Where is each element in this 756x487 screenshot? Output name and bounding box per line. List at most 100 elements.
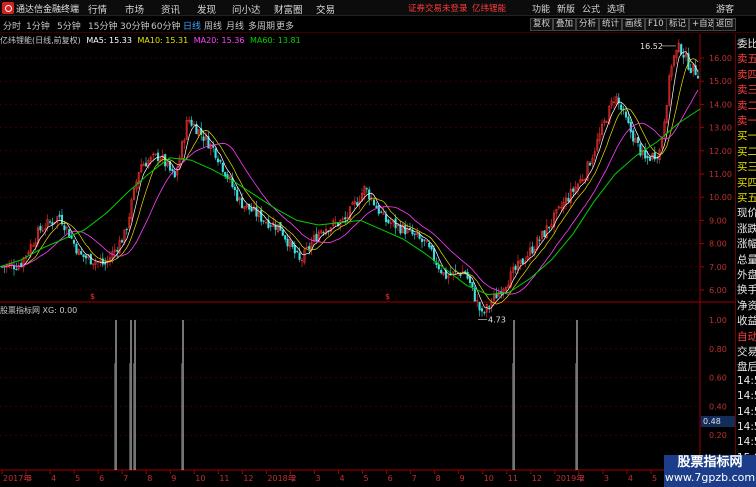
candle-body [219, 159, 222, 162]
sidebar-item-6: 买一 [737, 130, 756, 143]
candle-body [190, 119, 193, 126]
tab-monthly[interactable]: 月线 [226, 19, 244, 32]
sidebar-item-1: 卖五 [737, 53, 756, 66]
chart-canvas[interactable]: 16.00 15.00 14.00 13.00 12.00 11.00 10.00 9.00 8… [0, 34, 756, 487]
candle-body [233, 186, 236, 191]
price-tick-label: 15.00 [709, 77, 732, 86]
tab-15min[interactable]: 15分钟 [88, 19, 117, 32]
candle-body [322, 232, 325, 234]
price-tick-label: 10.00 [709, 193, 732, 202]
candle-body [377, 205, 380, 214]
price-tick-label: 12.00 [709, 147, 732, 156]
stock-title: 亿纬锂能(日线,前复权) [0, 36, 81, 45]
candle-body [627, 116, 630, 123]
date-tick-label: 12 [243, 474, 253, 483]
menu-functions[interactable]: 功能 [532, 2, 550, 15]
ma5-label: MA5: 15.33 [86, 36, 132, 45]
candle-body [75, 243, 78, 254]
sidebar-item-17: 净资 [737, 299, 756, 312]
candle-body [483, 312, 486, 314]
menu-market[interactable]: 市场 [125, 2, 144, 16]
tab-intraday[interactable]: 分时 [3, 19, 21, 32]
candle-body [281, 229, 284, 236]
date-tick-label: 4 [340, 474, 345, 483]
analysis-button[interactable]: 分析 [576, 18, 600, 31]
indicator-tick-label: 0.80 [709, 345, 727, 354]
date-tick-label: 9 [460, 474, 465, 483]
date-tick-label: 8 [436, 474, 441, 483]
login-status[interactable]: 证券交易未登录 [408, 2, 468, 14]
f10-button[interactable]: F10 [645, 18, 667, 31]
candle-body [567, 198, 570, 202]
date-tick-label: 7 [123, 474, 128, 483]
tab-daily[interactable]: 日线 [183, 19, 201, 32]
candle-body [480, 308, 484, 312]
sidebar-item-9: 买四 [737, 176, 756, 189]
sidebar-item-21: 盘后 [737, 361, 756, 374]
date-tick-label: 6 [388, 474, 393, 483]
sidebar-item-23: 14:56 [737, 390, 756, 403]
period-toolbar: 分时 1分钟 5分钟 15分钟 30分钟 60分钟 日线 周线 月线 多周期 更… [0, 17, 756, 33]
sidebar-item-26: 14:56 [737, 436, 756, 449]
tab-30min[interactable]: 30分钟 [120, 19, 149, 32]
tab-weekly[interactable]: 周线 [204, 19, 222, 32]
candle-body [380, 211, 383, 213]
tab-5min[interactable]: 5分钟 [57, 19, 81, 32]
low-price-label: 4.73 [488, 315, 506, 324]
candle-body [411, 230, 414, 235]
menu-quotes[interactable]: 行情 [88, 2, 107, 16]
tab-60min[interactable]: 60分钟 [151, 19, 180, 32]
tab-more[interactable]: 更多 [276, 19, 294, 32]
candle-body [39, 226, 42, 231]
sidebar-item-0: 委比 [737, 38, 756, 50]
menu-formula[interactable]: 公式 [582, 2, 600, 15]
indicator-tick-label: 0.40 [709, 402, 727, 411]
adjust-price-button[interactable]: 复权 [530, 18, 554, 31]
app-title: 通达信金融终端 [16, 5, 80, 15]
tab-1min[interactable]: 1分钟 [26, 19, 50, 32]
date-tick-label: 3 [27, 474, 32, 483]
candle-body [543, 230, 546, 238]
sidebar-item-24: 14:56 [737, 405, 756, 418]
price-tick-label: 6.00 [709, 286, 727, 295]
watermark-line2: www.7gpzb.com [664, 471, 756, 484]
statistics-button[interactable]: 统计 [599, 18, 623, 31]
menu-news[interactable]: 资讯 [161, 2, 180, 16]
candle-body [408, 228, 412, 230]
indicator-tick-label: 0.60 [709, 374, 727, 383]
menu-ask-xiaoda[interactable]: 问小达 [232, 2, 261, 16]
mark-button[interactable]: 标记 [666, 18, 690, 31]
candle-body [632, 130, 635, 142]
date-tick-label: 3 [315, 474, 320, 483]
candle-body [250, 208, 253, 212]
candle-body [437, 264, 440, 270]
sidebar-item-18: 收益 [737, 315, 756, 328]
candle-body [63, 225, 66, 231]
price-tick-label: 7.00 [709, 263, 727, 272]
menu-wealth-circle[interactable]: 财富圈 [274, 2, 303, 16]
menu-trade[interactable]: 交易 [316, 2, 335, 16]
candle-body [202, 136, 205, 141]
menu-discover[interactable]: 发现 [197, 2, 216, 16]
sidebar-item-2: 卖四 [737, 68, 756, 81]
overlay-button[interactable]: 叠加 [553, 18, 577, 31]
date-tick-label: 12 [532, 474, 542, 483]
date-axis: 2017年3 4 5 6 7 8 9 10 11 12 2018年2 3 4 5 6 7 8 9 10 11 12 201… [1, 470, 681, 483]
sidebar-item-14: 总量 [737, 253, 756, 266]
back-button[interactable]: 返回 [713, 18, 737, 31]
candle-body [420, 238, 424, 242]
menu-options[interactable]: 选项 [607, 2, 625, 15]
date-tick-label: 5 [75, 474, 80, 483]
date-tick-label: 4 [628, 474, 633, 483]
tab-multi-period[interactable]: 多周期 [248, 19, 275, 32]
menu-new-version[interactable]: 新版 [557, 2, 575, 15]
candle-body [372, 199, 376, 206]
date-tick-label: 2 [580, 474, 585, 483]
guest-user-label[interactable]: 游客 [716, 2, 734, 15]
candle-body [286, 238, 289, 247]
draw-line-button[interactable]: 画线 [622, 18, 646, 31]
candle-body [384, 214, 388, 223]
sidebar-item-8: 买三 [737, 161, 756, 174]
candle-body [269, 225, 272, 227]
candle-body [216, 158, 220, 163]
